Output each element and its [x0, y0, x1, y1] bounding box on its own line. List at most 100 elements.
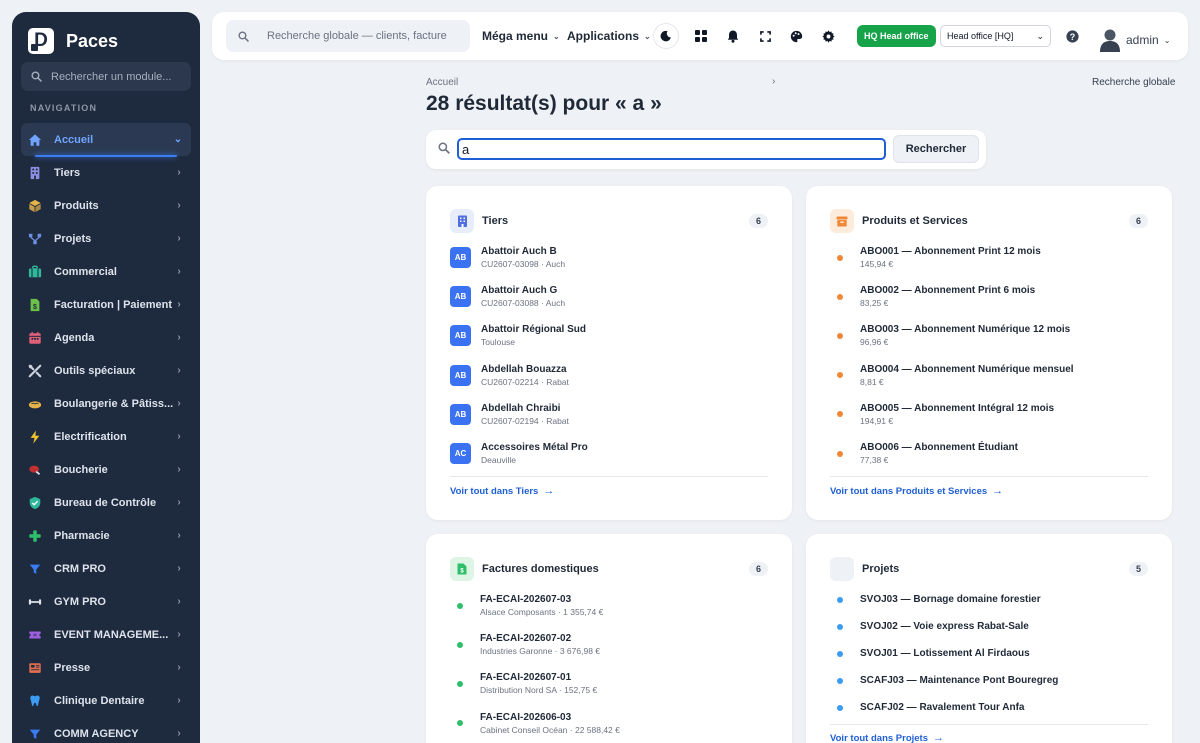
avatar [1100, 29, 1120, 52]
result-item[interactable]: AB Abdellah Chraibi CU2607-02194 · Rabat [450, 395, 768, 434]
result-text: SVOJ01 — Lotissement Al Firdaous [860, 647, 1030, 660]
sidebar-item-crm-pro[interactable]: CRM PRO › [12, 552, 200, 585]
result-item[interactable]: AC Accessoires Métal Pro Deauville [450, 434, 768, 473]
result-item[interactable]: SCAFJ03 — Maintenance Pont Bouregreg [830, 667, 1148, 694]
brand[interactable]: D Paces [12, 12, 200, 58]
fullscreen-button[interactable] [755, 26, 775, 46]
sidebar-item-facturation-paiement[interactable]: $ Facturation | Paiement › [12, 288, 200, 321]
count-badge: 5 [1128, 562, 1148, 576]
breadcrumb[interactable]: Accueil [426, 77, 458, 88]
results-search-input[interactable] [457, 138, 886, 160]
result-item[interactable]: FA-ECAI-202607-03 Alsace Composants · 1 3… [450, 586, 768, 625]
chevron-right-icon: › [177, 233, 181, 244]
result-text: ABO004 — Abonnement Numérique mensuel 8,8… [860, 363, 1074, 388]
notifications-button[interactable] [723, 26, 743, 46]
result-item[interactable]: SVOJ03 — Bornage domaine forestier [830, 586, 1148, 613]
result-title: ABO002 — Abonnement Print 6 mois [860, 285, 1036, 297]
sidebar-item-tiers[interactable]: Tiers › [12, 156, 200, 189]
result-item[interactable]: FA-ECAI-202607-02 Industries Garonne · 3 … [450, 625, 768, 664]
sidebar-item-gym-pro[interactable]: GYM PRO › [12, 585, 200, 618]
sidebar-item-label: Agenda [54, 331, 95, 344]
chevron-right-icon: › [177, 662, 181, 673]
sidebar-item-clinique-dentaire[interactable]: Clinique Dentaire › [12, 684, 200, 717]
sidebar-item-agenda[interactable]: Agenda › [12, 321, 200, 354]
result-item[interactable]: AB Abattoir Auch G CU2607-03088 · Auch [450, 277, 768, 316]
mega-menu-label: Méga menu [482, 29, 549, 43]
search-button[interactable]: Rechercher [893, 135, 979, 163]
sidebar-item-electrification[interactable]: Electrification › [12, 420, 200, 453]
applications-menu[interactable]: Applications ⌄ [567, 29, 651, 43]
chevron-right-icon: › [177, 332, 181, 343]
mega-menu[interactable]: Méga menu ⌄ [482, 29, 560, 43]
tools-icon [27, 363, 43, 379]
global-search-input[interactable] [267, 30, 447, 42]
sidebar-item-accueil[interactable]: Accueil ⌄ [21, 123, 191, 157]
see-all-products-link[interactable]: Voir tout dans Produits et Services → [830, 485, 1003, 497]
user-menu[interactable]: admin ⌄ [1100, 28, 1170, 52]
result-item[interactable]: FA-ECAI-202606-03 Cabinet Conseil Océan ·… [450, 704, 768, 743]
sidebar-item-presse[interactable]: Presse › [12, 651, 200, 684]
result-text: ABO001 — Abonnement Print 12 mois 145,94 … [860, 245, 1041, 270]
result-item[interactable]: FA-ECAI-202607-01 Distribution Nord SA · … [450, 664, 768, 703]
theme-button[interactable] [786, 26, 806, 46]
result-item[interactable]: AB Abdellah Bouazza CU2607-02214 · Rabat [450, 356, 768, 395]
sidebar-item-boulangerie-p-tiss[interactable]: Boulangerie & Pâtiss... › [12, 387, 200, 420]
sidebar-item-outils-sp-ciaux[interactable]: Outils spéciaux › [12, 354, 200, 387]
status-dot [457, 680, 463, 687]
result-subtitle: Alsace Composants · 1 355,74 € [480, 607, 604, 618]
result-item[interactable]: SVOJ01 — Lotissement Al Firdaous [830, 640, 1148, 667]
result-title: Abdellah Bouazza [481, 363, 567, 375]
result-item[interactable]: SCAFJ02 — Ravalement Tour Anfa [830, 694, 1148, 721]
chevron-down-icon: ⌄ [1163, 35, 1171, 45]
sidebar-item-label: Facturation | Paiement [54, 298, 172, 311]
result-item[interactable]: ABO004 — Abonnement Numérique mensuel 8,8… [830, 356, 1148, 395]
result-item[interactable]: ABO001 — Abonnement Print 12 mois 145,94 … [830, 238, 1148, 277]
settings-button[interactable] [818, 26, 838, 46]
invoice-icon: $ [450, 557, 474, 581]
sidebar-item-pharmacie[interactable]: Pharmacie › [12, 519, 200, 552]
help-icon: ? [1065, 29, 1079, 43]
search-icon [438, 142, 450, 154]
card-header: $ Factures domestiques 6 [450, 556, 768, 582]
module-search-input[interactable] [51, 70, 191, 83]
sidebar-item-produits[interactable]: Produits › [12, 189, 200, 222]
result-item[interactable]: AB Abattoir Auch B CU2607-03098 · Auch [450, 238, 768, 277]
result-text: SCAFJ03 — Maintenance Pont Bouregreg [860, 674, 1058, 687]
hq-badge[interactable]: HQ Head office [857, 25, 936, 47]
see-all-projects-link[interactable]: Voir tout dans Projets → [830, 732, 944, 743]
sidebar-item-event-manageme[interactable]: EVENT MANAGEME... › [12, 618, 200, 651]
sidebar-item-commercial[interactable]: Commercial › [12, 255, 200, 288]
result-subtitle: 83,25 € [860, 298, 889, 309]
entity-select[interactable]: Head office [HQ] ⌄ [940, 25, 1051, 47]
sidebar-item-boucherie[interactable]: Boucherie › [12, 453, 200, 486]
result-title: ABO006 — Abonnement Étudiant [860, 442, 1018, 454]
results-search-bar: Rechercher [426, 130, 986, 169]
result-text: Abdellah Chraibi CU2607-02194 · Rabat [481, 402, 569, 427]
result-item[interactable]: ABO005 — Abonnement Intégral 12 mois 194,… [830, 395, 1148, 434]
result-list: AB Abattoir Auch B CU2607-03098 · Auch AB Ab… [450, 238, 768, 473]
sidebar-item-comm-agency[interactable]: COMM AGENCY › [12, 717, 200, 743]
chevron-down-icon: ⌄ [1036, 30, 1044, 41]
divider [450, 476, 768, 477]
expand-icon [759, 30, 771, 42]
sidebar-item-label: Produits [54, 199, 99, 212]
module-search [21, 62, 191, 91]
sidebar-item-projets[interactable]: Projets › [12, 222, 200, 255]
see-all-tiers-link[interactable]: Voir tout dans Tiers → [450, 485, 554, 497]
result-title: ABO005 — Abonnement Intégral 12 mois [860, 402, 1055, 414]
shield-icon [27, 495, 43, 511]
result-item[interactable]: ABO006 — Abonnement Étudiant 77,38 € [830, 434, 1148, 473]
result-item[interactable]: AB Abattoir Régional Sud Toulouse [450, 316, 768, 355]
funnel-icon [27, 561, 43, 577]
card-title: Tiers [482, 215, 509, 227]
sidebar-item-bureau-de-contr-le[interactable]: Bureau de Contrôle › [12, 486, 200, 519]
result-item[interactable]: SVOJ02 — Voie express Rabat-Sale [830, 613, 1148, 640]
dark-mode-toggle[interactable] [654, 24, 678, 48]
result-item[interactable]: ABO003 — Abonnement Numérique 12 mois 96,… [830, 316, 1148, 355]
initials-avatar: AB [450, 325, 471, 347]
result-text: FA-ECAI-202607-03 Alsace Composants · 1 3… [480, 593, 603, 618]
sidebar-item-label: Tiers [54, 166, 81, 179]
help-button[interactable]: ? [1062, 26, 1082, 46]
apps-grid-button[interactable] [691, 26, 711, 46]
result-item[interactable]: ABO002 — Abonnement Print 6 mois 83,25 € [830, 277, 1148, 316]
